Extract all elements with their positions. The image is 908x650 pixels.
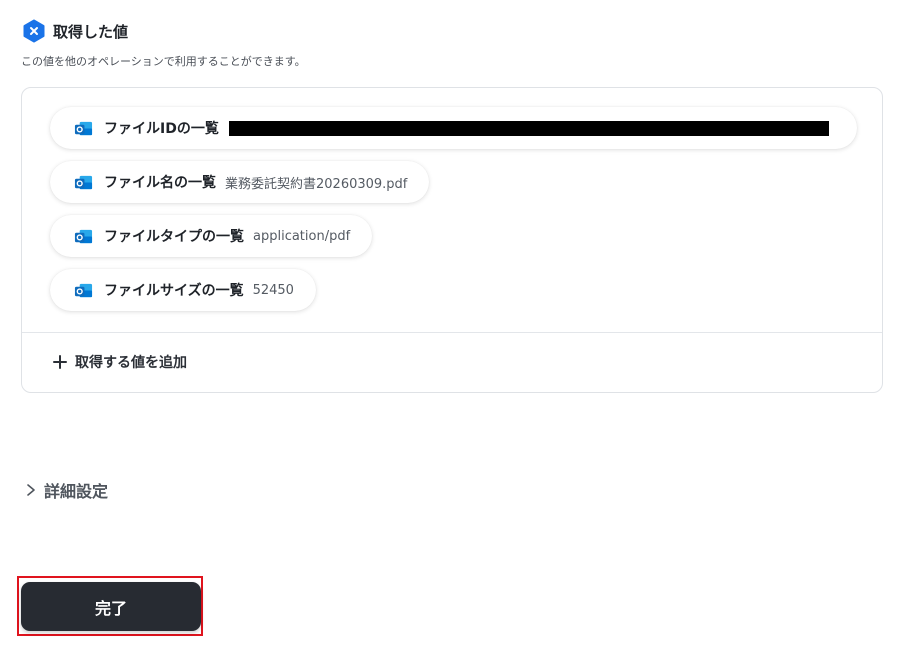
value-chip-file-name[interactable]: ファイル名の一覧 業務委託契約書20260309.pdf (50, 161, 430, 203)
outlook-icon (74, 229, 93, 243)
value-label: ファイルタイプの一覧 (104, 229, 244, 245)
add-value-label: 取得する値を追加 (75, 355, 187, 371)
panel-divider (22, 332, 882, 333)
value-chip-file-size[interactable]: ファイルサイズの一覧 52450 (50, 269, 316, 311)
redacted-value (228, 120, 829, 136)
section-header: 取得した値 (22, 19, 128, 43)
value-label: ファイルサイズの一覧 (104, 283, 244, 299)
value-text: 52450 (252, 282, 294, 298)
acquired-values-panel: ファイルIDの一覧 ファイル名の一覧 業務委託契約書20260309.pdf フ… (21, 87, 883, 393)
outlook-icon (74, 175, 93, 189)
outlook-icon (74, 283, 93, 297)
x-hexagon-icon (23, 19, 45, 43)
value-chip-file-type[interactable]: ファイルタイプの一覧 application/pdf (50, 215, 373, 257)
value-label: ファイルIDの一覧 (104, 121, 219, 137)
section-title: 取得した値 (53, 22, 129, 41)
done-button[interactable]: 完了 (21, 582, 201, 631)
value-text: application/pdf (253, 228, 351, 244)
advanced-settings-toggle[interactable]: 詳細設定 (24, 478, 108, 502)
advanced-settings-label: 詳細設定 (44, 482, 109, 501)
add-value-button[interactable]: 取得する値を追加 (52, 352, 187, 372)
value-text: 業務委託契約書20260309.pdf (225, 176, 408, 192)
section-description: この値を他のオペレーションで利用することができます。 (21, 55, 306, 68)
chevron-right-icon (27, 484, 35, 496)
outlook-icon (74, 121, 93, 135)
value-chip-file-id[interactable]: ファイルIDの一覧 (50, 107, 857, 149)
value-label: ファイル名の一覧 (104, 175, 216, 191)
plus-icon (53, 355, 67, 369)
